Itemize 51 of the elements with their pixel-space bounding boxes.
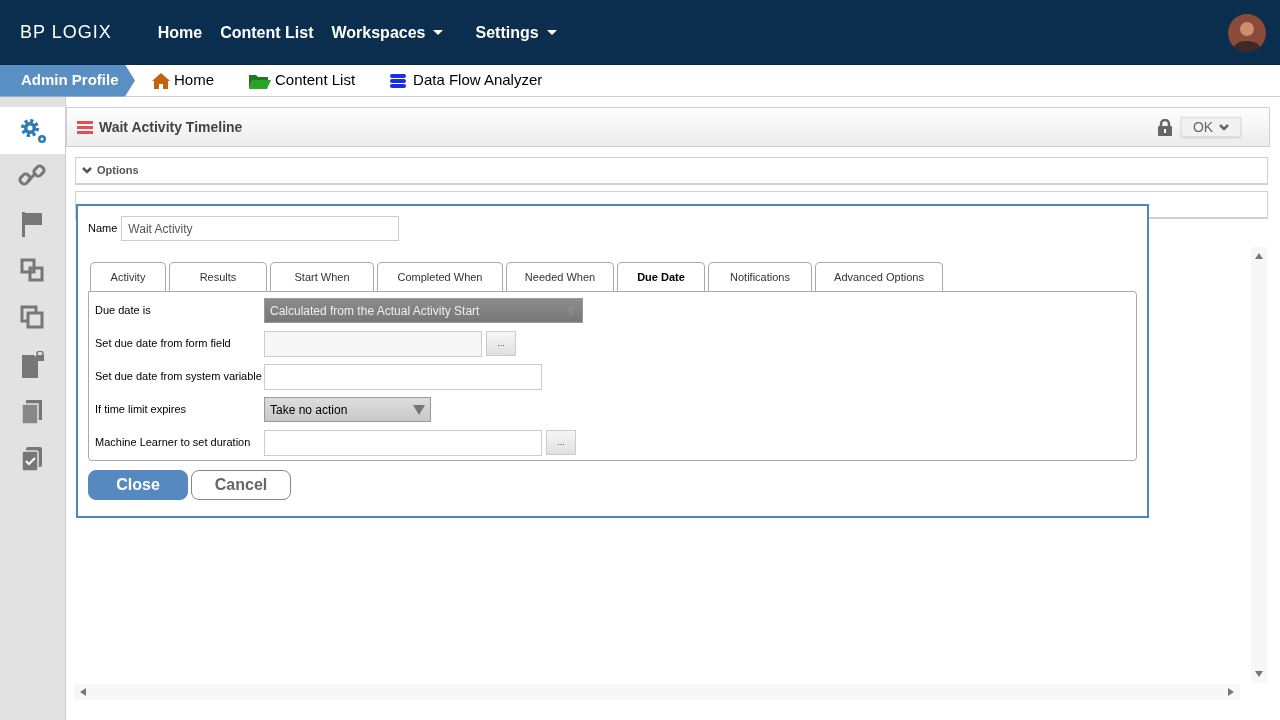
field-label: If time limit expires (95, 402, 188, 418)
home-icon (152, 71, 170, 90)
nav-link[interactable]: Content List (220, 20, 314, 45)
left-arrow-icon (80, 688, 86, 696)
tab[interactable]: Activity (90, 262, 166, 291)
breadcrumb-link[interactable]: Home (152, 69, 214, 92)
tab[interactable]: Due Date (617, 262, 705, 291)
nav-link[interactable]: Settings (475, 20, 557, 45)
browse-button[interactable]: ... (546, 430, 576, 455)
browse-button[interactable]: ... (486, 331, 516, 356)
field-label: Set due date from form field (95, 336, 232, 352)
tab[interactable]: Results (169, 262, 267, 291)
tab[interactable]: Notifications (708, 262, 812, 291)
ok-button[interactable]: OK (1181, 117, 1241, 137)
tab[interactable]: Needed When (506, 262, 614, 291)
folder-icon (249, 72, 271, 89)
down-arrow-icon (1255, 671, 1263, 677)
input-field[interactable] (264, 429, 542, 456)
lock-icon (1157, 118, 1173, 136)
database-icon (390, 73, 407, 88)
sidebar-button[interactable] (0, 107, 65, 154)
dropdown[interactable]: Take no action (264, 397, 431, 422)
field-label: Name (88, 221, 118, 237)
page-title: Wait Activity Timeline (99, 117, 243, 137)
list-icon (77, 120, 93, 134)
tab[interactable]: Completed When (377, 262, 503, 291)
horizontal-scrollbar[interactable] (74, 684, 1240, 700)
nav-link[interactable]: Workspaces (331, 20, 444, 45)
options-panel[interactable]: Options (75, 157, 1268, 185)
caret-icon (433, 30, 444, 35)
cancel-button[interactable]: Cancel (191, 470, 291, 500)
breadcrumb-link[interactable]: Content List (249, 69, 356, 92)
caret-icon (413, 404, 425, 415)
up-arrow-icon (1255, 253, 1263, 259)
field-label: Due date is (95, 303, 152, 319)
close-button[interactable]: Close (88, 470, 188, 500)
tab[interactable]: Start When (270, 262, 374, 291)
logo: BP LOGIX (20, 21, 112, 44)
name-field[interactable]: Wait Activity (121, 216, 400, 241)
nav-link[interactable]: Home (157, 20, 203, 45)
vertical-scrollbar[interactable] (1251, 247, 1267, 683)
tab[interactable]: Advanced Options (815, 262, 943, 291)
breadcrumb-link[interactable]: Data Flow Analyzer (390, 69, 543, 92)
chevron-icon (82, 167, 92, 174)
right-arrow-icon (1228, 688, 1234, 696)
field-label: Set due date from system variable (95, 369, 263, 385)
avatar (1228, 13, 1266, 52)
input-field[interactable] (264, 363, 542, 390)
chevron-icon (1219, 123, 1230, 131)
caret-icon (546, 30, 557, 35)
field-label: Machine Learner to set duration (95, 435, 252, 451)
